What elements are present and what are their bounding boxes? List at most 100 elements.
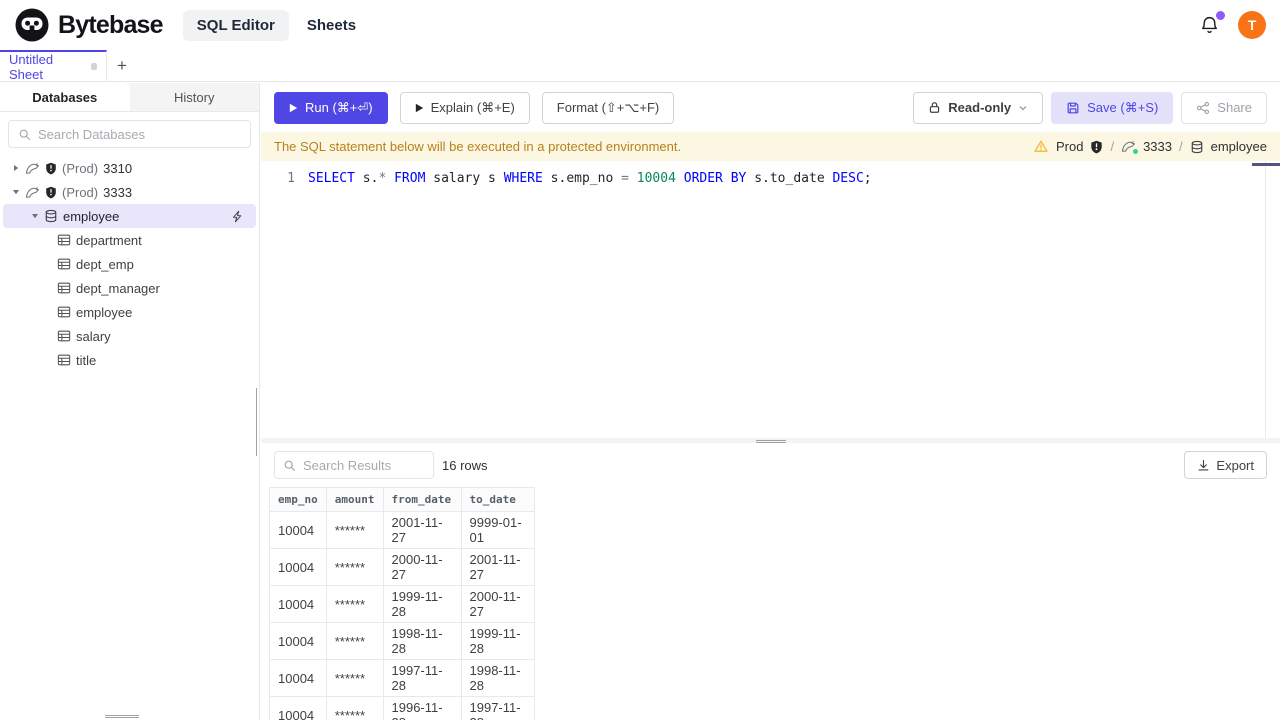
table-row[interactable]: 10004 ****** 1998-11-28 1999-11-28 <box>269 622 535 660</box>
sidebar-resize-handle[interactable] <box>255 388 259 456</box>
instance-status-dot <box>1133 149 1139 154</box>
share-icon <box>1196 101 1210 115</box>
table-cell: 10004 <box>269 585 327 623</box>
table-row[interactable]: 10004 ****** 1997-11-28 1998-11-28 <box>269 659 535 697</box>
sql-token-plain: s. <box>354 171 379 186</box>
sheet-tab-untitled[interactable]: Untitled Sheet <box>0 50 107 82</box>
unsaved-indicator-icon <box>90 63 97 70</box>
table-icon <box>57 282 71 294</box>
sql-token-keyword: WHERE <box>503 171 543 186</box>
user-avatar[interactable]: T <box>1238 11 1266 39</box>
table-row[interactable]: 10004 ****** 1999-11-28 2000-11-27 <box>269 585 535 623</box>
chevron-down-icon <box>1018 103 1028 113</box>
search-icon <box>18 128 31 141</box>
notification-badge <box>1216 10 1225 20</box>
warning-icon <box>1033 139 1049 154</box>
column-header-emp_no[interactable]: emp_no <box>269 487 327 512</box>
play-icon <box>415 103 424 113</box>
mysql-instance-icon <box>25 162 40 175</box>
tab-databases[interactable]: Databases <box>0 83 130 111</box>
table-cell: 1999-11-28 <box>460 622 535 660</box>
protected-environment-banner: The SQL statement below will be executed… <box>261 132 1280 161</box>
app-header: Bytebase SQL Editor Sheets T <box>0 0 1280 50</box>
format-button[interactable]: Format (⇧+⌥+F) <box>541 91 675 124</box>
tree-table-employee[interactable]: employee <box>0 300 259 324</box>
sidebar-bottom-resize-handle[interactable] <box>105 714 139 719</box>
sql-token-keyword: DESC <box>832 171 864 186</box>
tab-history[interactable]: History <box>130 83 260 111</box>
readonly-mode-dropdown[interactable]: Read-only <box>913 91 1044 124</box>
new-sheet-button[interactable]: + <box>107 50 137 81</box>
sql-token-plain: s.to_date <box>746 171 833 186</box>
tree-database-employee[interactable]: employee <box>3 204 256 228</box>
tree-table-title[interactable]: title <box>0 348 259 372</box>
export-button[interactable]: Export <box>1184 451 1267 479</box>
sql-token-plain <box>723 171 731 186</box>
readonly-label: Read-only <box>948 100 1012 115</box>
results-header: 16 rows Export <box>261 443 1280 487</box>
sql-token-plain: salary s <box>425 171 504 186</box>
sql-editor[interactable]: 1 SELECT s.* FROM salary s WHERE s.emp_n… <box>261 161 1280 438</box>
table-icon <box>57 258 71 270</box>
database-search-input[interactable] <box>38 126 241 142</box>
line-number: 1 <box>287 171 295 186</box>
table-cell: ****** <box>325 659 384 697</box>
table-cell: ****** <box>325 585 384 623</box>
table-cell: 10004 <box>269 548 327 586</box>
column-header-amount[interactable]: amount <box>325 487 384 512</box>
database-tree: (Prod) 3310 (Prod) 3333 employee department de… <box>0 156 259 372</box>
table-cell: ****** <box>325 696 384 720</box>
column-header-to_date[interactable]: to_date <box>460 487 535 512</box>
shield-icon <box>45 186 57 199</box>
table-row[interactable]: 10004******1996-11-281997-11-28 <box>269 696 535 720</box>
row-count: 16 rows <box>442 457 488 473</box>
main-panel: Run (⌘+⏎) Explain (⌘+E) Format (⇧+⌥+F) R… <box>261 83 1280 720</box>
sidebar-tabs: Databases History <box>0 83 259 112</box>
tree-table-department[interactable]: department <box>0 228 259 252</box>
tree-instance-3333[interactable]: (Prod) 3333 <box>0 180 259 204</box>
brand-name: Bytebase <box>58 10 164 39</box>
run-button[interactable]: Run (⌘+⏎) <box>274 91 388 124</box>
format-button-label: Format (⇧+⌥+F) <box>556 99 660 115</box>
environment-label: Prod <box>1055 139 1084 154</box>
database-search[interactable] <box>8 120 251 148</box>
sheet-tab-bar: Untitled Sheet + <box>0 50 1280 82</box>
table-cell: 2001-11-27 <box>382 511 462 549</box>
share-button[interactable]: Share <box>1181 91 1267 124</box>
results-table: emp_no amount from_date to_date 10004 ******… <box>269 487 535 720</box>
nav-sql-editor[interactable]: SQL Editor <box>182 9 289 41</box>
results-search-input[interactable] <box>303 457 425 473</box>
tree-table-salary[interactable]: salary <box>0 324 259 348</box>
table-cell: 1998-11-28 <box>460 659 535 697</box>
panel-resize-divider[interactable] <box>261 438 1280 443</box>
table-cell: ****** <box>325 622 384 660</box>
shield-icon <box>45 162 57 175</box>
bytebase-logo[interactable]: Bytebase <box>14 7 164 43</box>
notifications-button[interactable] <box>1199 10 1225 36</box>
sql-statement: SELECT s.* FROM salary s WHERE s.emp_no … <box>308 170 872 188</box>
table-cell: 10004 <box>269 622 327 660</box>
table-row[interactable]: 10004 ****** 2001-11-27 9999-01-01 <box>269 511 535 549</box>
instance-label: 3333 <box>1143 139 1172 154</box>
tree-instance-3310[interactable]: (Prod) 3310 <box>0 156 259 180</box>
sql-token-keyword: ORDER <box>683 171 723 186</box>
search-icon <box>283 459 296 472</box>
table-row[interactable]: 10004 ****** 2000-11-27 2001-11-27 <box>269 548 535 586</box>
export-button-label: Export <box>1216 457 1254 473</box>
table-cell: 9999-01-01 <box>460 511 535 549</box>
save-button[interactable]: Save (⌘+S) <box>1051 91 1174 124</box>
sql-token-keyword: BY <box>730 171 747 186</box>
chevron-down-icon <box>12 188 20 196</box>
table-name: department <box>76 232 142 248</box>
sql-token-operator: = <box>621 171 629 186</box>
tree-table-dept_emp[interactable]: dept_emp <box>0 252 259 276</box>
table-cell: 10004 <box>269 511 327 549</box>
explain-button[interactable]: Explain (⌘+E) <box>399 91 530 124</box>
lightning-icon[interactable] <box>231 210 244 223</box>
nav-sheets[interactable]: Sheets <box>293 10 370 41</box>
database-icon <box>1190 140 1204 154</box>
sql-token-keyword: FROM <box>394 171 426 186</box>
tree-table-dept_manager[interactable]: dept_manager <box>0 276 259 300</box>
column-header-from_date[interactable]: from_date <box>382 487 462 512</box>
results-search[interactable] <box>274 451 434 479</box>
